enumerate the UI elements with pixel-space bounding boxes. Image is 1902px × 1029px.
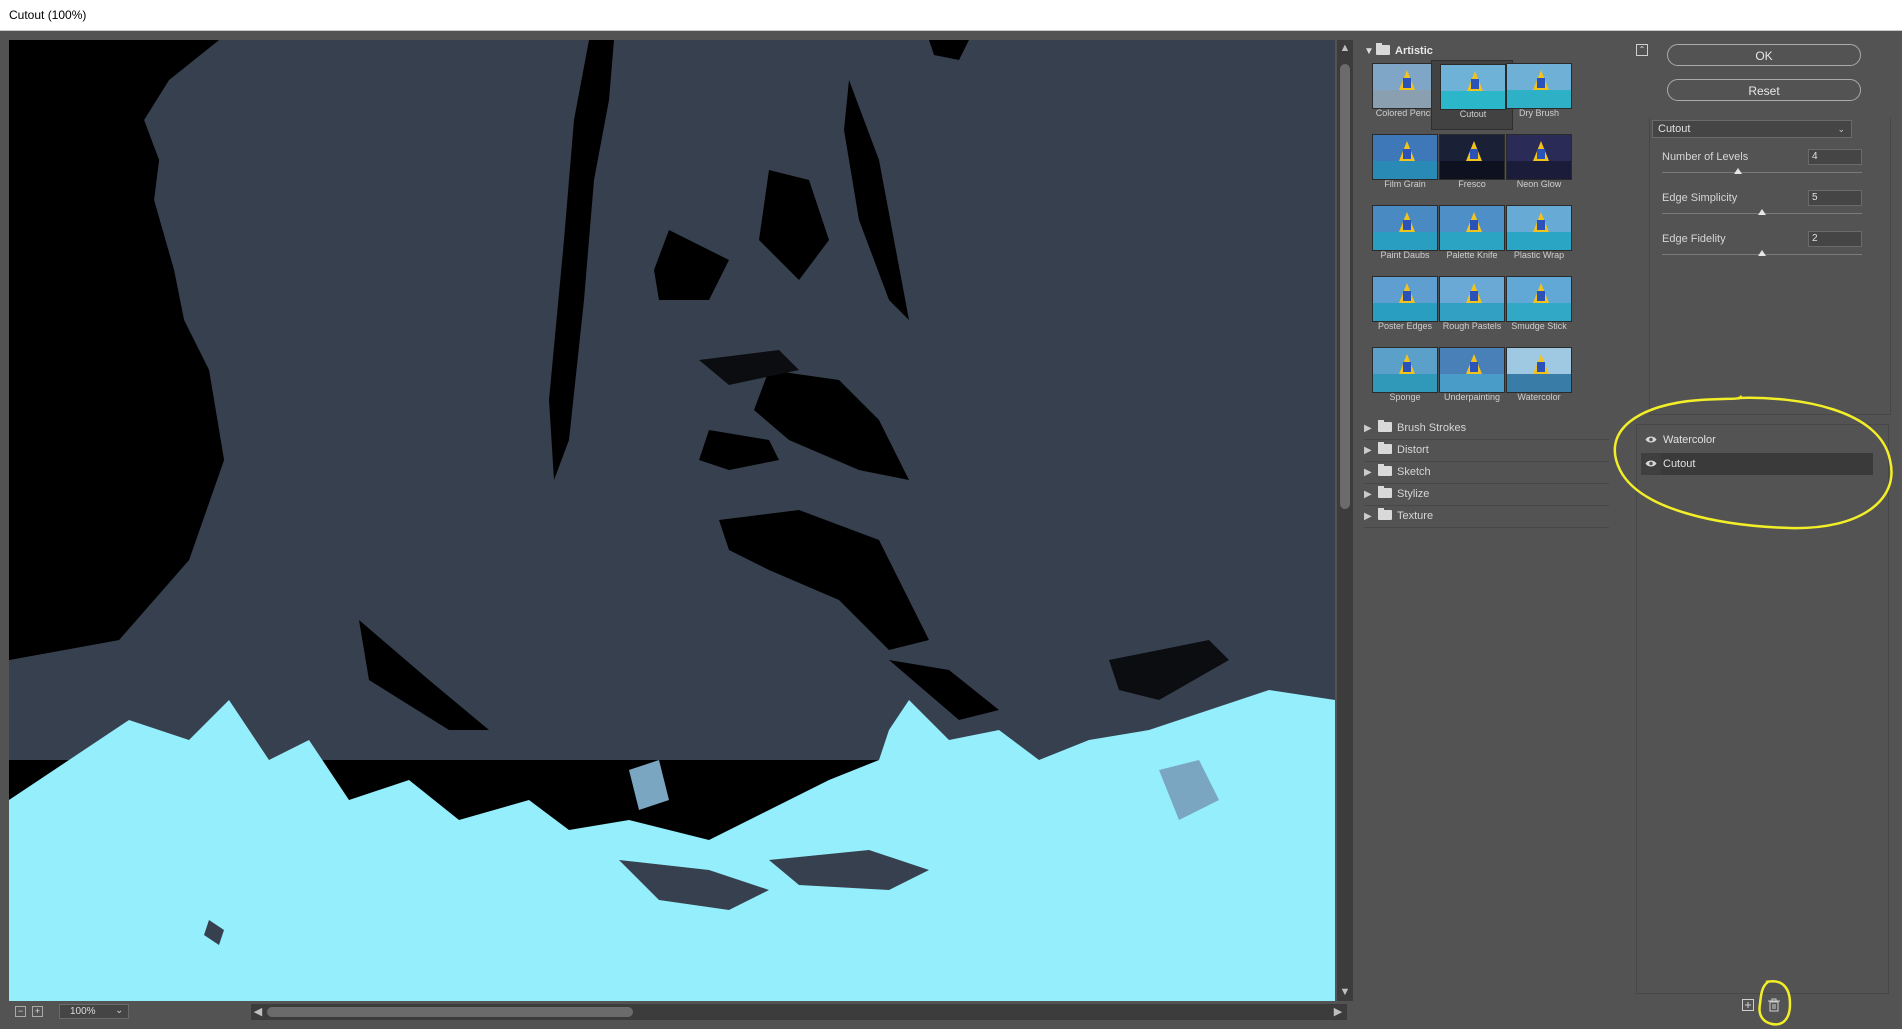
zoom-level-value: 100% [70, 1006, 96, 1017]
filter-thumb-smudge-stick[interactable]: Smudge Stick [1498, 273, 1580, 343]
folder-icon [1378, 486, 1392, 498]
param-label: Edge Fidelity [1662, 233, 1726, 245]
category-label: Texture [1397, 510, 1434, 522]
preview-canvas[interactable] [9, 40, 1335, 1001]
effect-layer-watercolor[interactable]: Watercolor [1641, 429, 1873, 451]
category-label: Distort [1397, 444, 1429, 456]
scroll-left-icon[interactable]: ◀ [252, 1005, 264, 1019]
category-brush-strokes[interactable]: ▶ Brush Strokes [1364, 418, 1609, 440]
eye-icon[interactable] [1645, 435, 1657, 444]
effect-layer-label: Watercolor [1663, 434, 1716, 446]
scroll-down-icon[interactable]: ▼ [1339, 986, 1351, 998]
filter-thumb-image [1506, 347, 1572, 393]
preview-vertical-scrollbar[interactable]: ▲ ▼ [1337, 40, 1353, 1001]
filter-select-value: Cutout [1658, 123, 1691, 135]
vertical-scroll-thumb[interactable] [1340, 64, 1350, 509]
window-title: Cutout (100%) [9, 8, 87, 22]
category-texture[interactable]: ▶ Texture [1364, 506, 1609, 528]
zoom-in-icon[interactable]: + [32, 1006, 43, 1017]
collapsed-triangle-icon: ▶ [1364, 423, 1372, 434]
filter-thumb-image [1372, 134, 1438, 180]
filter-select[interactable]: Cutout ⌄ [1652, 120, 1852, 138]
filter-thumb-dry-brush[interactable]: Dry Brush [1498, 60, 1580, 130]
collapsed-triangle-icon: ▶ [1364, 511, 1372, 522]
effect-layer-cutout[interactable]: Cutout [1641, 453, 1873, 475]
filter-thumb-image [1440, 64, 1506, 110]
effect-layers-panel: Watercolor Cutout [1636, 424, 1889, 994]
filter-gallery: ▼ Artistic Colored Pencil Cutout Dry Brush F… [1361, 40, 1611, 1020]
filter-thumb-plastic-wrap[interactable]: Plastic Wrap [1498, 202, 1580, 272]
collapsed-triangle-icon: ▶ [1364, 467, 1372, 478]
category-label: Sketch [1397, 466, 1431, 478]
folder-icon [1378, 464, 1392, 476]
filter-thumb-watercolor[interactable]: Watercolor [1498, 344, 1580, 414]
filter-thumb-label: Smudge Stick [1511, 321, 1567, 331]
ok-button[interactable]: OK [1667, 44, 1861, 66]
filter-thumb-image [1372, 63, 1438, 109]
scroll-up-icon[interactable]: ▲ [1339, 42, 1351, 54]
category-sketch[interactable]: ▶ Sketch [1364, 462, 1609, 484]
param-number-of-levels: Number of Levels 4 [1662, 149, 1862, 189]
effect-layer-label: Cutout [1663, 458, 1696, 470]
param-slider-track[interactable] [1662, 172, 1862, 173]
zoom-bar: − + 100% ⌄ ◀ ▶ [9, 1003, 1353, 1021]
param-label: Edge Simplicity [1662, 192, 1738, 204]
filter-thumb-label: Dry Brush [1518, 108, 1559, 118]
filter-thumb-label: Neon Glow [1516, 179, 1562, 189]
filter-thumb-image [1506, 276, 1572, 322]
delete-effect-layer-icon[interactable] [1767, 998, 1781, 1012]
filter-thumb-image [1372, 276, 1438, 322]
filter-thumb-neon-glow[interactable]: Neon Glow [1498, 131, 1580, 201]
param-value-field[interactable]: 4 [1808, 149, 1862, 165]
filter-thumb-label: Plastic Wrap [1513, 250, 1565, 260]
param-edge-simplicity: Edge Simplicity 5 [1662, 190, 1862, 230]
category-label: Brush Strokes [1397, 422, 1467, 434]
filter-thumb-label: Watercolor [1517, 392, 1561, 402]
category-artistic-label: Artistic [1395, 45, 1433, 57]
horizontal-scroll-thumb[interactable] [267, 1007, 633, 1017]
param-slider-knob[interactable] [1758, 250, 1766, 256]
expanded-triangle-icon: ▼ [1364, 46, 1374, 57]
collapse-gallery-icon[interactable]: ⌃ [1636, 44, 1648, 56]
param-edge-fidelity: Edge Fidelity 2 [1662, 231, 1862, 271]
folder-icon [1376, 43, 1390, 55]
filter-thumb-image [1506, 205, 1572, 251]
param-value-field[interactable]: 5 [1808, 190, 1862, 206]
scroll-right-icon[interactable]: ▶ [1332, 1005, 1344, 1019]
filter-thumb-image [1506, 63, 1572, 109]
filter-thumb-image [1439, 276, 1505, 322]
zoom-dropdown-icon[interactable]: ⌄ [115, 1005, 123, 1016]
category-distort[interactable]: ▶ Distort [1364, 440, 1609, 462]
param-slider-knob[interactable] [1758, 209, 1766, 215]
filter-thumb-image [1439, 205, 1505, 251]
new-effect-layer-icon[interactable] [1741, 998, 1755, 1012]
collapsed-triangle-icon: ▶ [1364, 445, 1372, 456]
zoom-out-icon[interactable]: − [15, 1006, 26, 1017]
param-value-field[interactable]: 2 [1808, 231, 1862, 247]
filter-thumb-image [1372, 205, 1438, 251]
category-label: Stylize [1397, 488, 1430, 500]
reset-button[interactable]: Reset [1667, 79, 1861, 101]
param-slider-knob[interactable] [1734, 168, 1742, 174]
folder-icon [1378, 442, 1392, 454]
title-bar: Cutout (100%) [0, 0, 1902, 31]
preview-horizontal-scrollbar[interactable]: ◀ ▶ [251, 1004, 1347, 1020]
collapsed-triangle-icon: ▶ [1364, 489, 1372, 500]
filter-thumb-image [1439, 347, 1505, 393]
folder-icon [1378, 420, 1392, 432]
category-stylize[interactable]: ▶ Stylize [1364, 484, 1609, 506]
preview-image [9, 40, 1335, 1001]
filter-thumb-image [1372, 347, 1438, 393]
chevron-down-icon: ⌄ [1837, 124, 1845, 134]
filter-thumb-image [1506, 134, 1572, 180]
param-label: Number of Levels [1662, 151, 1749, 163]
eye-icon[interactable] [1645, 459, 1657, 468]
folder-icon [1378, 508, 1392, 520]
filter-thumb-image [1439, 134, 1505, 180]
